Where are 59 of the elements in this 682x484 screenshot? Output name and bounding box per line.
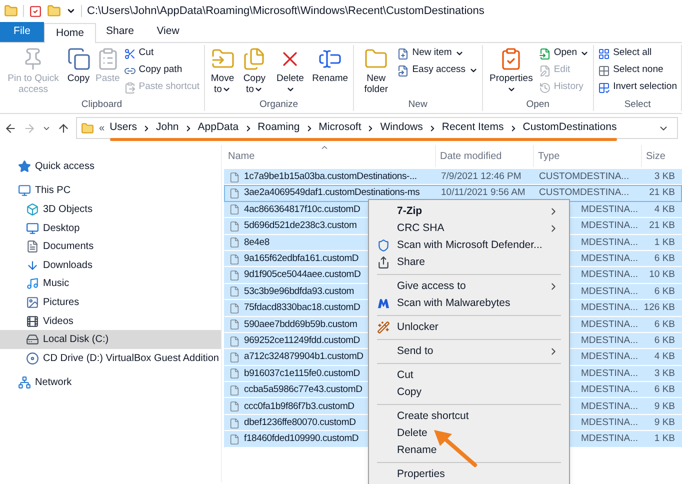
file-name: 53c3b9e96bdfda93.custom [244, 284, 354, 299]
file-type: CUSTOMDESTINA... [539, 187, 630, 198]
group-label: New [407, 99, 428, 111]
file-type: MDESTINA... [581, 236, 638, 248]
file-name: 9d1f905ce5044aee.customD [244, 268, 361, 282]
file-type: MDESTINA... [581, 269, 638, 280]
file-name: dbef1236ffe80070.customD [244, 416, 356, 430]
file-size: 6 KB [654, 318, 675, 330]
file-type: MDESTINA... [581, 416, 638, 428]
file-type: MDESTINA... [581, 334, 638, 346]
file-type: MDESTINA... [581, 351, 638, 362]
file-size: 6 KB [654, 253, 675, 264]
file-name: ccc0fa1b9f86f7b3.customD [244, 400, 354, 414]
file-name: ccba5a5986c77e43.customD [244, 383, 362, 398]
file-size: 9 KB [654, 400, 675, 412]
file-size: 6 KB [654, 286, 675, 297]
group-label: Select [623, 99, 652, 111]
file-type: CUSTOMDESTINA... [539, 171, 630, 182]
file-size: 3 KB [654, 171, 675, 182]
file-type: MDESTINA... [581, 302, 638, 314]
file-name: f18460fded109990.customD [244, 432, 359, 446]
file-size: 1 KB [654, 433, 675, 444]
group-label: Open [525, 99, 550, 111]
file-type: MDESTINA... [581, 220, 638, 232]
file-size: 126 KB [644, 302, 675, 314]
file-type: MDESTINA... [581, 400, 638, 412]
file-size: 1 KB [654, 236, 675, 248]
file-name: 590aee7bdd69b59b.custom [244, 318, 358, 332]
file-name: 3ae2a4069549daf1.customDestinations-ms [244, 186, 420, 200]
file-name: 4ac866364817f10c.customD [244, 202, 360, 217]
file-name: b916037c1e115fe0.customD [244, 366, 360, 381]
file-name: a712c324879904b1.customD [244, 350, 364, 364]
file-type: MDESTINA... [581, 368, 638, 379]
file-size: 21 KB [649, 220, 675, 232]
file-type: MDESTINA... [581, 384, 638, 396]
window-title: C:\Users\John\AppData\Roaming\Microsoft\Windows\Recent\CustomDestinations [87, 4, 484, 19]
file-name: 969252ce11249fdd.customD [244, 334, 360, 348]
file-size: 6 KB [654, 334, 675, 346]
file-size: 4 KB [654, 351, 675, 362]
group-label: Organize [258, 99, 300, 111]
file-size: 3 KB [654, 368, 675, 379]
file-type: MDESTINA... [581, 204, 638, 215]
file-type: MDESTINA... [581, 318, 638, 330]
file-size: 6 KB [654, 384, 675, 396]
file-name: 75fdacd8330bac18.customD [244, 301, 360, 316]
date-modified: 10/11/2021 9:56 AM [441, 187, 526, 198]
file-name: 1c7a9be1b15a03ba.customDestinations-... [244, 170, 417, 184]
date-modified: 7/9/2021 12:46 PM [441, 171, 522, 182]
file-name: 9a165f62edbfa161.customD [244, 252, 359, 266]
file-size: 4 KB [654, 204, 675, 215]
file-name: 8e4e8 [244, 236, 270, 250]
file-type: MDESTINA... [581, 253, 638, 264]
group-label: Clipboard [80, 99, 124, 111]
file-size: 21 KB [649, 187, 675, 198]
file-size: 9 KB [654, 416, 675, 428]
file-type: MDESTINA... [581, 433, 638, 444]
file-name: 5d696d521de238c3.custom [244, 219, 357, 234]
file-type: MDESTINA... [581, 286, 638, 297]
file-size: 10 KB [649, 269, 675, 280]
